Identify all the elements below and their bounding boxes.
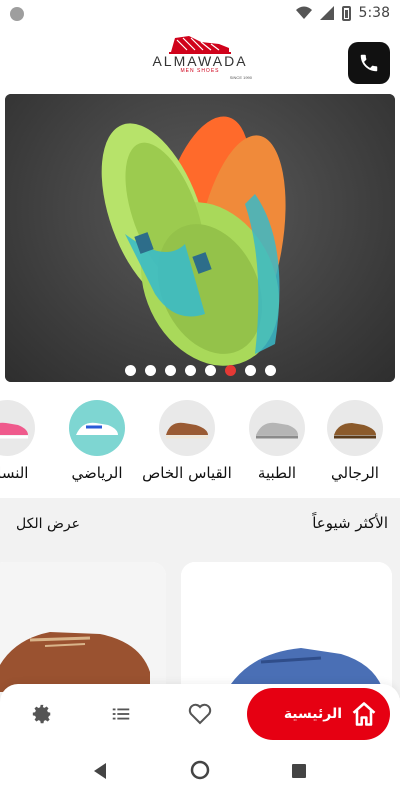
banner-pager [5,365,395,376]
recents-icon[interactable] [292,764,306,778]
section-title: الأكثر شيوعاً [312,514,388,532]
bottom-nav: الرئيسية [0,684,400,744]
back-icon[interactable] [92,762,108,780]
pager-dot[interactable] [244,365,256,376]
brand-name: ALMAWADA [152,53,248,69]
system-icons: 5:38 [295,5,390,21]
pager-dot[interactable] [164,365,176,376]
pager-dot[interactable] [184,365,196,376]
banner-sneaker-image [101,116,286,366]
heart-icon[interactable] [188,702,212,726]
blue-knit-sneaker-image [181,562,392,702]
notification-dot-icon [10,7,24,21]
home-icon [352,702,376,726]
category-item-medical[interactable]: الطبية [232,396,322,482]
battery-icon [341,5,351,21]
pager-dot-active[interactable] [224,365,236,376]
category-label: الرياضي [71,464,123,482]
category-label: النسائ [0,464,29,482]
category-label: الطبية [257,464,297,482]
category-label: القياس الخاص [142,464,232,482]
status-time: 5:38 [358,5,390,21]
promo-banner[interactable] [5,94,395,382]
brown-loafer-thumb-icon [327,400,383,456]
pager-dot[interactable] [124,365,136,376]
category-item-sport[interactable]: الرياضي [52,396,142,482]
category-label: الرجالي [331,464,379,482]
product-card[interactable] [0,562,166,702]
brown-boat-shoe-image [0,562,166,702]
pink-sneaker-thumb-icon [0,400,35,456]
brown-boat-shoe-thumb-icon [159,400,215,456]
pager-dot[interactable] [144,365,156,376]
pager-dot[interactable] [264,365,276,376]
home-label: الرئيسية [283,706,342,722]
phone-icon [360,54,378,72]
app-screen: 5:38 ALMAWADA MEN SHOES SINCE 1990 الرجا… [0,0,400,800]
app-header: ALMAWADA MEN SHOES SINCE 1990 [0,28,400,90]
category-item-custom-size[interactable]: القياس الخاص [142,396,232,482]
home-circle-icon[interactable] [190,760,210,780]
brand-logo[interactable]: ALMAWADA MEN SHOES SINCE 1990 [140,32,260,86]
home-nav-button[interactable]: الرئيسية [247,688,390,740]
settings-icon[interactable] [30,702,54,726]
sport-shoe-thumb-icon [69,400,125,456]
category-strip: الرجالي الطبية القياس الخاص الرياضي النس… [0,396,400,492]
pager-dot[interactable] [204,365,216,376]
status-bar: 5:38 [0,0,400,28]
brand-tagline: MEN SHOES [180,68,220,74]
product-card[interactable] [181,562,392,702]
category-item-men[interactable]: الرجالي [310,396,400,482]
category-item-women[interactable]: النسائ [0,396,52,482]
list-icon[interactable] [109,702,133,726]
signal-icon [319,6,334,20]
system-nav-bar [0,744,400,800]
brand-since: SINCE 1990 [229,75,252,80]
call-button[interactable] [348,42,390,84]
wifi-icon [295,6,312,19]
grey-knit-shoe-thumb-icon [249,400,305,456]
view-all-link[interactable]: عرض الكل [16,516,80,532]
